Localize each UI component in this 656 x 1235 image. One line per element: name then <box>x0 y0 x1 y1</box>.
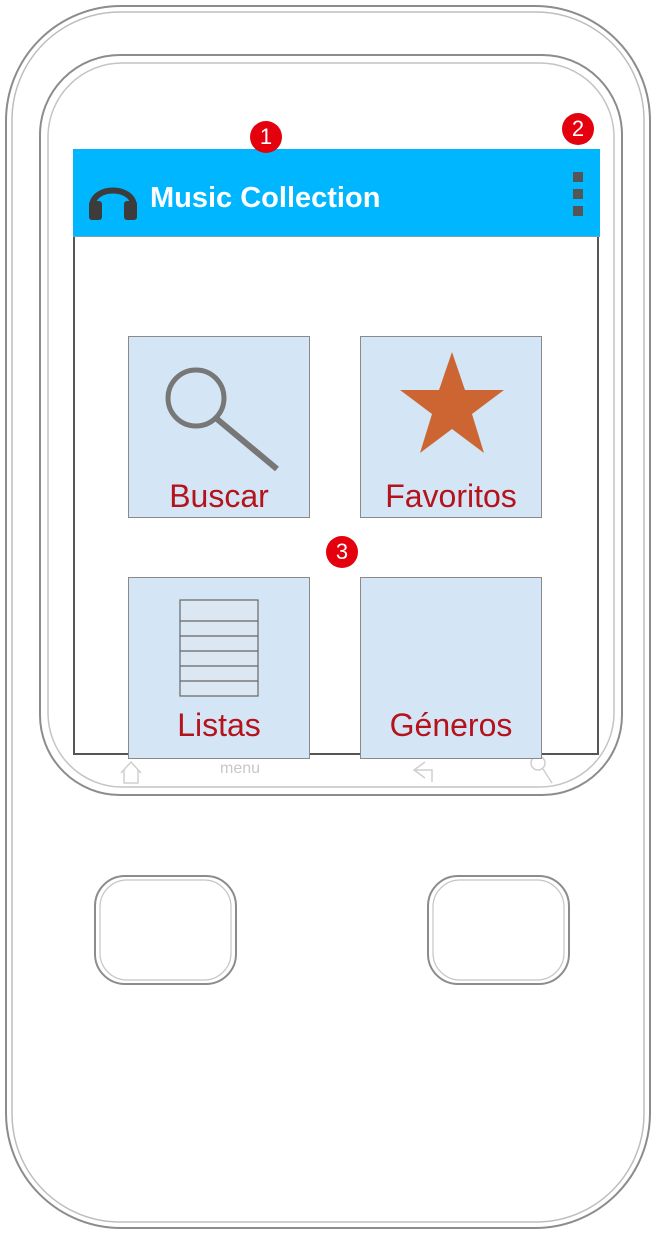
hardware-keys <box>120 755 553 784</box>
tile-buscar[interactable]: Buscar <box>128 336 310 518</box>
tile-generos[interactable]: Géneros <box>360 577 542 759</box>
back-key-icon[interactable] <box>412 761 433 782</box>
home-key-icon[interactable] <box>120 760 142 784</box>
tile-favoritos[interactable]: Favoritos <box>360 336 542 518</box>
app-title: Music Collection <box>150 182 381 214</box>
tile-label-buscar: Buscar <box>169 478 269 514</box>
headphones-icon <box>89 187 137 220</box>
tile-label-favoritos: Favoritos <box>385 478 517 514</box>
search-icon <box>165 367 279 471</box>
list-icon <box>179 599 259 697</box>
tile-listas[interactable]: Listas <box>128 577 310 759</box>
tile-label-listas: Listas <box>177 707 261 743</box>
menu-key-label[interactable]: menu <box>220 760 260 778</box>
annotation-marker-1: 1 <box>250 121 282 153</box>
annotation-marker-3: 3 <box>326 536 358 568</box>
star-icon <box>400 352 504 453</box>
annotation-marker-2: 2 <box>562 113 594 145</box>
tile-label-generos: Géneros <box>389 707 513 743</box>
overflow-menu-button[interactable] <box>566 168 590 220</box>
